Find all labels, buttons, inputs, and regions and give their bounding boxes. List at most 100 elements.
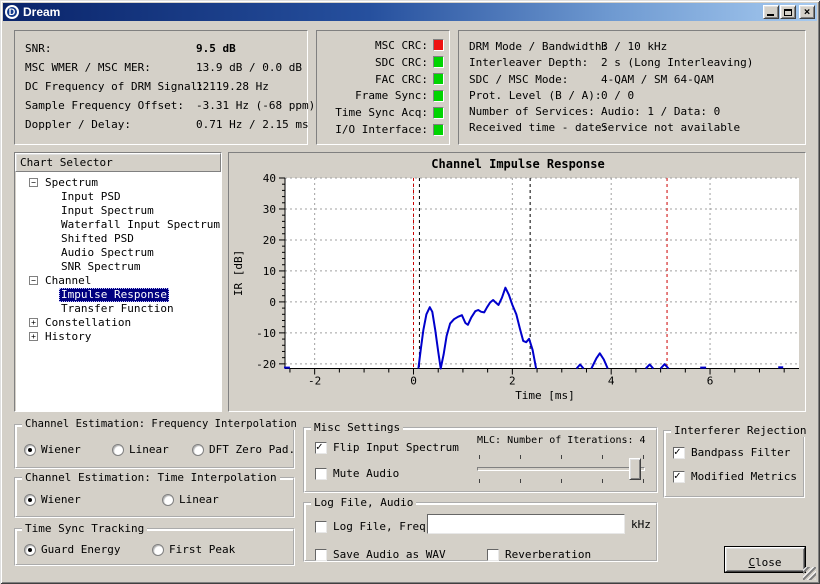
radio-option-guard-energy[interactable]: Guard Energy (24, 543, 120, 556)
tree-item-waterfall-input-spectrum[interactable]: Waterfall Input Spectrum (15, 218, 221, 232)
radio-guard-energy[interactable] (24, 544, 36, 556)
checkbox-box[interactable] (487, 549, 499, 561)
slider-tick (561, 479, 562, 483)
log-frequency-input[interactable] (427, 514, 625, 534)
checkbox-label: Modified Metrics (691, 470, 797, 483)
slider-tick (520, 479, 521, 483)
checkbox-box[interactable] (315, 468, 327, 480)
checkbox-modified-metrics[interactable]: ✓ Modified Metrics (673, 470, 797, 483)
tree-item-impulse-response[interactable]: Impulse Response (15, 288, 221, 302)
collapse-icon[interactable]: − (29, 276, 38, 285)
radio-first-peak[interactable] (152, 544, 164, 556)
svg-text:2: 2 (509, 375, 516, 388)
expand-icon[interactable]: + (29, 332, 38, 341)
checkbox-bandpass-filter[interactable]: ✓Bandpass Filter (673, 446, 790, 459)
field-label-prot-level-b-a: Prot. Level (B / A): (469, 89, 601, 102)
tree-item-label: History (43, 330, 93, 344)
tree-item-snr-spectrum[interactable]: SNR Spectrum (15, 260, 221, 274)
groupbox-title: Log File, Audio (311, 496, 416, 509)
chart-canvas: -20-10010203040-20246Channel Impulse Res… (229, 153, 805, 411)
tree-item-label: Transfer Function (59, 302, 176, 316)
tree-item-audio-spectrum[interactable]: Audio Spectrum (15, 246, 221, 260)
field-value-drm-mode-bandwidth: B / 10 kHz (601, 40, 667, 53)
tree-item-label: Waterfall Input Spectrum (59, 218, 222, 232)
tree-item-shifted-psd[interactable]: Shifted PSD (15, 232, 221, 246)
checkbox-box[interactable]: ✓ (673, 471, 685, 483)
field-value-interleaver-depth: 2 s (Long Interleaving) (601, 56, 753, 69)
slider-tick (602, 455, 603, 459)
svg-text:-10: -10 (256, 327, 276, 340)
radio-linear[interactable] (112, 444, 124, 456)
status-label-sdc-crc: SDC CRC: (375, 56, 428, 69)
tree-item-input-spectrum[interactable]: Input Spectrum (15, 204, 221, 218)
tree-item-history[interactable]: + History (15, 330, 221, 344)
maximize-button[interactable] (780, 5, 796, 19)
tree-item-transfer-function[interactable]: Transfer Function (15, 302, 221, 316)
tree-item-channel[interactable]: −Channel (15, 274, 221, 288)
groupbox-time-interpolation: Channel Estimation: Time Interpolation W… (14, 477, 295, 518)
dream-window: D Dream × SNR:9.5 dBMSC WMER / MSC MER:1… (0, 0, 820, 584)
radio-option-linear[interactable]: Linear (162, 493, 219, 506)
radio-label: Wiener (41, 493, 81, 506)
radio-option-first-peak[interactable]: First Peak (152, 543, 235, 556)
groupbox-frequency-interpolation: Channel Estimation: Frequency Interpolat… (14, 424, 295, 469)
maximize-icon (784, 9, 792, 16)
groupbox-interferer-rejection: Interferer Rejection ✓Bandpass Filter✓Mo… (663, 430, 805, 498)
radio-option-dft-zero-pad[interactable]: DFT Zero Pad. (192, 443, 295, 456)
radio-option-wiener[interactable]: Wiener (24, 443, 81, 456)
checkbox-label: Mute Audio (333, 467, 399, 480)
checkbox-label: Log File, Freq: (333, 520, 432, 533)
slider-thumb[interactable] (629, 458, 641, 480)
svg-text:-2: -2 (308, 375, 321, 388)
tree-item-label: Channel (43, 274, 93, 288)
svg-text:40: 40 (263, 172, 276, 185)
slider-groove[interactable] (477, 467, 645, 471)
title-bar[interactable]: D Dream × (3, 3, 817, 21)
chart-selector-header[interactable]: Chart Selector (15, 153, 221, 172)
checkbox-flip-input-spectrum[interactable]: ✓Flip Input Spectrum (315, 441, 459, 454)
field-label-sdc-msc-mode: SDC / MSC Mode: (469, 73, 568, 86)
checkbox-box[interactable] (315, 521, 327, 533)
close-button[interactable]: Close (725, 547, 805, 572)
radio-wiener[interactable] (24, 444, 36, 456)
mlc-iterations-slider (477, 451, 649, 489)
msc-crc-led (433, 39, 444, 51)
field-label-doppler-delay: Doppler / Delay: (25, 118, 131, 131)
radio-wiener[interactable] (24, 494, 36, 506)
field-label-dc-frequency-of-drm-signal: DC Frequency of DRM Signal: (25, 80, 204, 93)
resize-grip[interactable] (803, 567, 816, 580)
radio-dft-zero-pad[interactable] (192, 444, 204, 456)
tree-item-label: Audio Spectrum (59, 246, 156, 260)
radio-label: Linear (129, 443, 169, 456)
window-title: Dream (23, 5, 60, 19)
checkbox-box[interactable]: ✓ (315, 442, 327, 454)
checkbox-reverberation[interactable]: Reverberation (487, 548, 591, 561)
checkbox-box[interactable]: ✓ (673, 447, 685, 459)
signal-row: SNR:9.5 dB (15, 42, 307, 61)
checkbox-save-audio-as-wav[interactable]: Save Audio as WAV (315, 548, 446, 561)
field-value-sample-frequency-offset: -3.31 Hz (-68 ppm) (196, 99, 315, 112)
checkbox-box[interactable] (315, 549, 327, 561)
sdc-crc-led (433, 56, 444, 68)
tree-item-constellation[interactable]: +Constellation (15, 316, 221, 330)
minimize-button[interactable] (763, 5, 779, 19)
field-value-dc-frequency-of-drm-signal: 12119.28 Hz (196, 80, 269, 93)
slider-ticks-top (477, 455, 645, 459)
signal-info-panel: SNR:9.5 dBMSC WMER / MSC MER:13.9 dB / 0… (14, 30, 308, 145)
tree-item-input-psd[interactable]: Input PSD (15, 190, 221, 204)
radio-linear[interactable] (162, 494, 174, 506)
collapse-icon[interactable]: − (29, 178, 38, 187)
tree-item-spectrum[interactable]: −Spectrum (15, 176, 221, 190)
close-window-button[interactable]: × (799, 5, 815, 19)
frame-sync-led (433, 90, 444, 102)
svg-text:-20: -20 (256, 358, 276, 371)
expand-icon[interactable]: + (29, 318, 38, 327)
mode-row: Prot. Level (B / A):0 / 0 (459, 89, 805, 105)
radio-option-wiener[interactable]: Wiener (24, 493, 81, 506)
checkbox-log-file-freq[interactable]: Log File, Freq: (315, 520, 432, 533)
x-axis-label: Time [ms] (515, 389, 575, 402)
impulse-response-chart: -20-10010203040-20246Channel Impulse Res… (228, 152, 806, 412)
mode-row: Number of Services:Audio: 1 / Data: 0 (459, 105, 805, 121)
radio-option-linear[interactable]: Linear (112, 443, 169, 456)
checkbox-mute-audio[interactable]: Mute Audio (315, 467, 399, 480)
